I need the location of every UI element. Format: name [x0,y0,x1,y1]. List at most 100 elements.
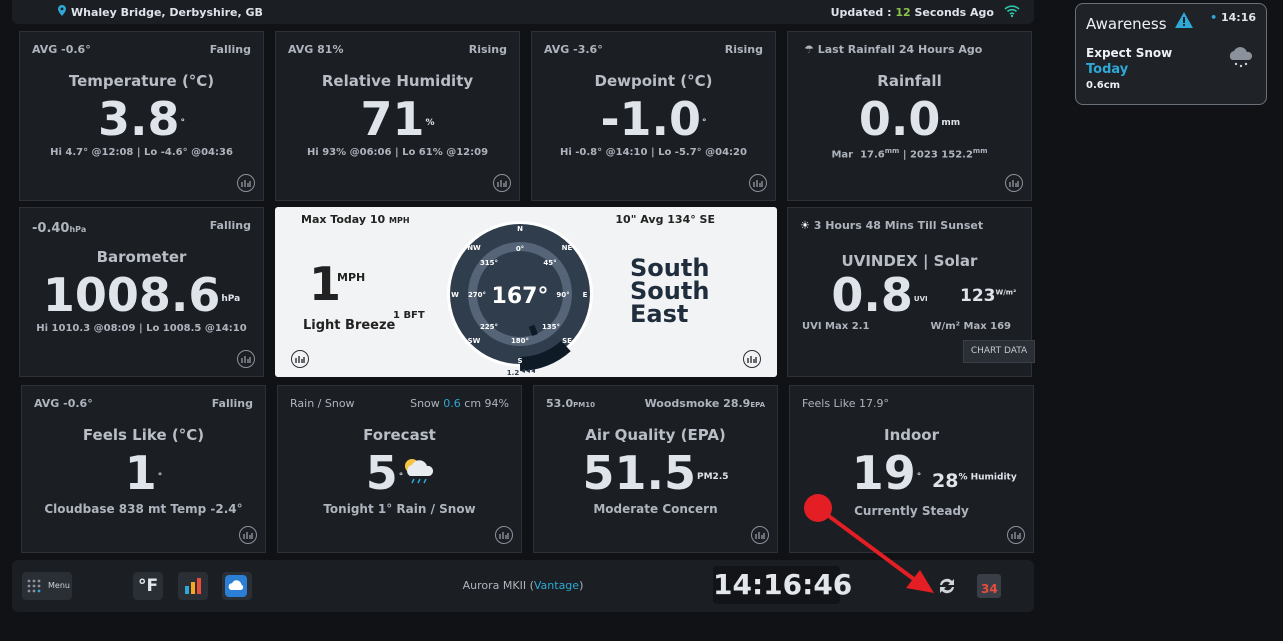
feels-like-card[interactable]: AVG -0.6° Falling Feels Like (°C) 1° Clo… [21,385,266,553]
last-rainfall: ☂ Last Rainfall 24 Hours Ago [804,43,983,56]
compass-90: 90° [556,291,569,299]
chart-icon[interactable] [237,350,255,368]
awareness-day: Today [1086,62,1129,77]
rainfall-card[interactable]: ☂ Last Rainfall 24 Hours Ago Rainfall 0.… [787,31,1032,201]
app-logo-icon[interactable]: 34 [977,574,1001,598]
humidity-value: 71% [360,92,435,146]
humidity-hi-lo: Hi 93% @06:06 | Lo 61% @12:09 [306,147,489,158]
wind-card[interactable]: Max Today 10 MPH 10" Avg 134° SE 1 MPH 1… [275,207,777,377]
indoor-status: Currently Steady [854,504,969,518]
dewpoint-hi-lo: Hi -0.8° @14:10 | Lo -5.7° @04:20 [560,147,747,158]
forecast-type: Rain / Snow [290,397,355,410]
dewpoint-card[interactable]: AVG -3.6° Rising Dewpoint (°C) -1.0° Hi … [531,31,776,201]
compass-dial: N NE E SE S SW W NW 0° 45° 90° 135° 180°… [447,221,593,377]
compass-nw: NW [467,244,481,252]
temperature-value: 3.8° [98,92,185,146]
chart-data-tooltip: CHART DATA [963,340,1035,363]
compass-225: 225° [480,323,498,331]
wind-average: 10" Avg 134° SE [615,213,715,226]
top-bar: Whaley Bridge, Derbyshire, GB Updated : … [12,0,1034,24]
refresh-icon[interactable] [936,575,958,597]
temperature-avg: AVG -0.6° [32,43,91,56]
dewpoint-title: Dewpoint (°C) [594,72,713,90]
bottom-bar: Menu °F Aurora MKII (Vantage) 14:16:46 3… [12,560,1034,612]
humidity-trend: Rising [468,43,507,56]
wind-description: Light Breeze [303,318,396,333]
woodsmoke-value: Woodsmoke 28.9EPA [644,397,765,410]
temperature-trend: Falling [209,43,251,56]
pm10-value: 53.0PM10 [546,397,595,410]
chart-icon[interactable] [237,174,255,192]
barometer-card[interactable]: -0.40hPa Falling Barometer 1008.6hPa Hi … [19,207,264,377]
chart-icon[interactable] [495,526,513,544]
barometer-change: -0.40hPa [32,221,87,236]
warning-icon [1175,12,1193,28]
dewpoint-avg: AVG -3.6° [544,43,603,56]
cloudbase: Cloudbase 838 mt Temp -2.4° [44,502,243,516]
humidity-avg: AVG 81% [288,43,344,56]
compass-e: E [583,291,588,299]
uv-max: UVI Max 2.1 [802,321,870,332]
chart-icon[interactable] [749,174,767,192]
compass-45: 45° [543,259,556,267]
updated-status: Updated : 12 Seconds Ago [830,6,994,19]
chart-icon[interactable] [743,350,761,368]
wind-degrees: 167° [492,284,549,309]
compass-sw: SW [468,337,481,345]
compass-270: 270° [468,291,486,299]
compass-135: 135° [542,323,560,331]
temperature-hi-lo: Hi 4.7° @12:08 | Lo -4.6° @04:36 [50,147,233,158]
barometer-trend: Falling [209,219,251,232]
gust-label: 1.2 [507,369,520,377]
rainfall-title: Rainfall [877,72,942,90]
solar-value: 123W/m² [960,286,1017,306]
compass-w: W [451,291,459,299]
feels-like-trend: Falling [211,397,253,410]
barometer-hi-lo: Hi 1010.3 @08:09 | Lo 1008.5 @14:10 [36,323,247,334]
location-label: Whaley Bridge, Derbyshire, GB [71,6,263,19]
humidity-title: Relative Humidity [321,72,474,90]
snow-amount: Snow 0.6 cm 94% [410,397,509,410]
compass-s: S [517,357,522,365]
chart-icon[interactable] [239,526,257,544]
sunset-countdown: ☀ 3 Hours 48 Mins Till Sunset [800,219,984,232]
indoor-title: Indoor [883,426,939,444]
dewpoint-trend: Rising [724,43,763,56]
indoor-card[interactable]: Feels Like 17.9° Indoor 19° 28% Humidity… [789,385,1034,553]
humidity-card[interactable]: AVG 81% Rising Relative Humidity 71% Hi … [275,31,520,201]
feels-like-value: 1° [124,446,163,500]
snow-cloud-icon [1229,47,1253,68]
air-quality-title: Air Quality (EPA) [585,426,726,444]
forecast-value: 5° [365,446,404,500]
rain-snow-cloud-icon [405,459,434,484]
compass-0: 0° [516,245,524,253]
station-link[interactable]: Vantage [534,579,579,592]
chart-icon[interactable] [751,526,769,544]
chart-icon[interactable] [493,174,511,192]
wind-max-today: Max Today 10 MPH [301,213,410,226]
sun-icon: ☀ [800,219,810,232]
chart-icon[interactable] [291,350,309,368]
compass-315: 315° [480,259,498,267]
chart-icon[interactable] [1005,174,1023,192]
barometer-title: Barometer [96,248,187,266]
forecast-title: Forecast [363,426,436,444]
awareness-panel[interactable]: Awareness • 14:16 Expect Snow Today 0.6c… [1075,3,1267,105]
forecast-card[interactable]: Rain / Snow Snow 0.6 cm 94% Forecast 5° … [277,385,522,553]
compass-n: N [517,225,523,233]
dewpoint-value: -1.0° [600,92,707,146]
indoor-feels-like: Feels Like 17.9° [802,397,889,410]
awareness-title: Awareness [1086,15,1167,33]
rainfall-value: 0.0mm [858,92,961,146]
temperature-card[interactable]: AVG -0.6° Falling Temperature (°C) 3.8° … [19,31,264,201]
compass-ne: NE [562,244,573,252]
temperature-title: Temperature (°C) [68,72,215,90]
indoor-humidity: 28% Humidity [932,470,1017,492]
awareness-headline: Expect Snow [1086,46,1173,60]
solar-max: W/m² Max 169 [930,321,1011,332]
chart-icon[interactable] [1007,526,1025,544]
compass-180: 180° [511,337,529,345]
air-quality-concern: Moderate Concern [593,502,718,516]
awareness-amount: 0.6cm [1086,80,1121,91]
beaufort-scale: 1 BFT [393,310,425,321]
